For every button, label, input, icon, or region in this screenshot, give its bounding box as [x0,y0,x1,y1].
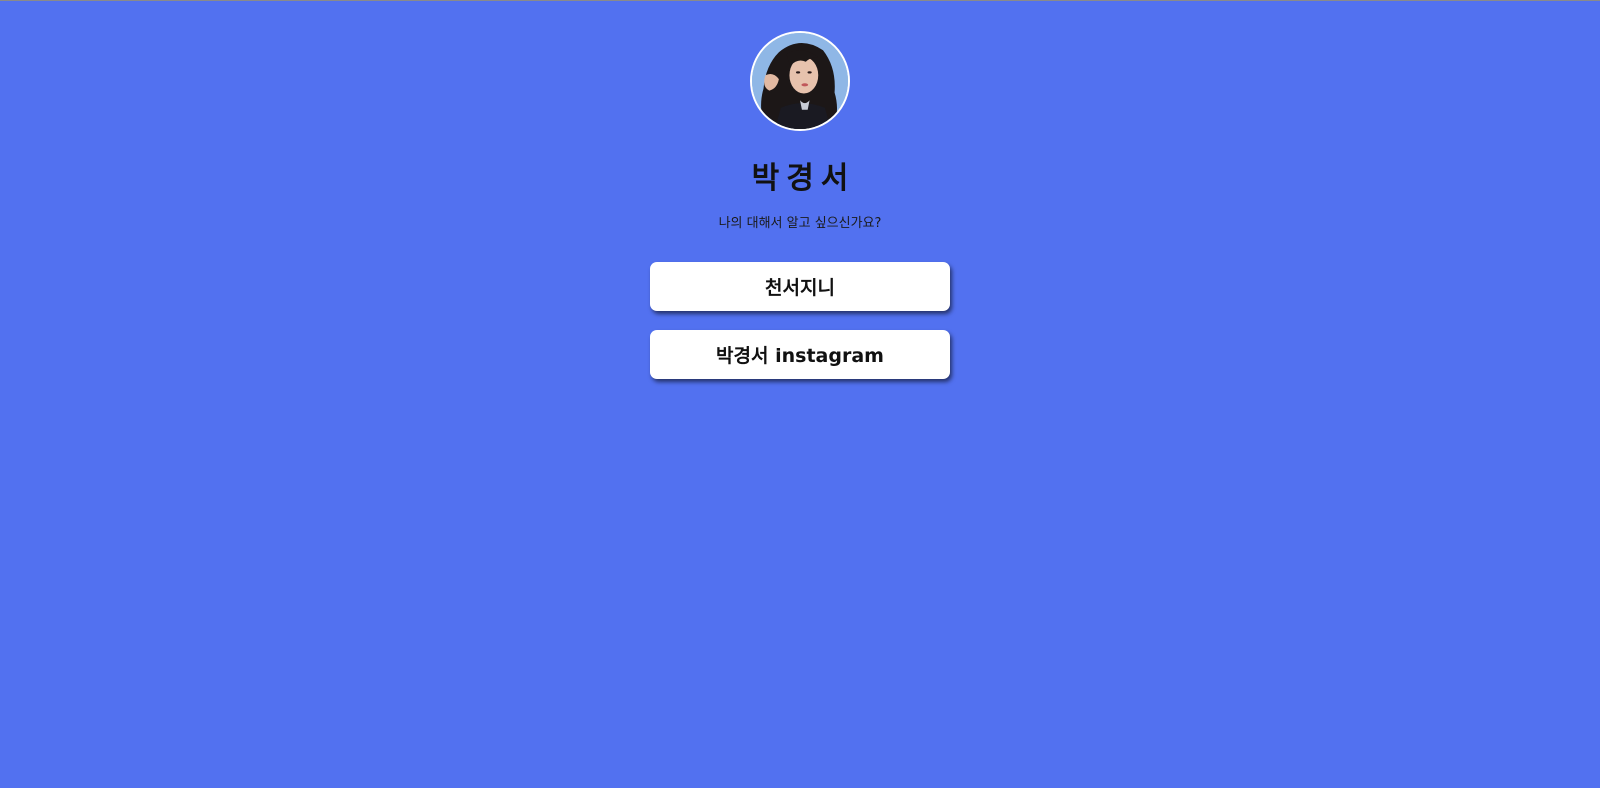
profile-name: 박경서 [751,161,856,196]
link-button-label: 천서지니 [765,277,835,299]
link-button-label: 박경서 instagram [716,345,884,367]
avatar [750,31,850,131]
link-button-cheonseojini[interactable]: 천서지니 [650,262,950,311]
link-button-instagram[interactable]: 박경서 instagram [650,330,950,379]
profile-tagline: 나의 대해서 알고 싶으신가요? [718,216,882,231]
avatar-photo-icon [752,33,848,129]
profile-container: 박경서 나의 대해서 알고 싶으신가요? 천서지니 박경서 instagram [0,0,1600,379]
